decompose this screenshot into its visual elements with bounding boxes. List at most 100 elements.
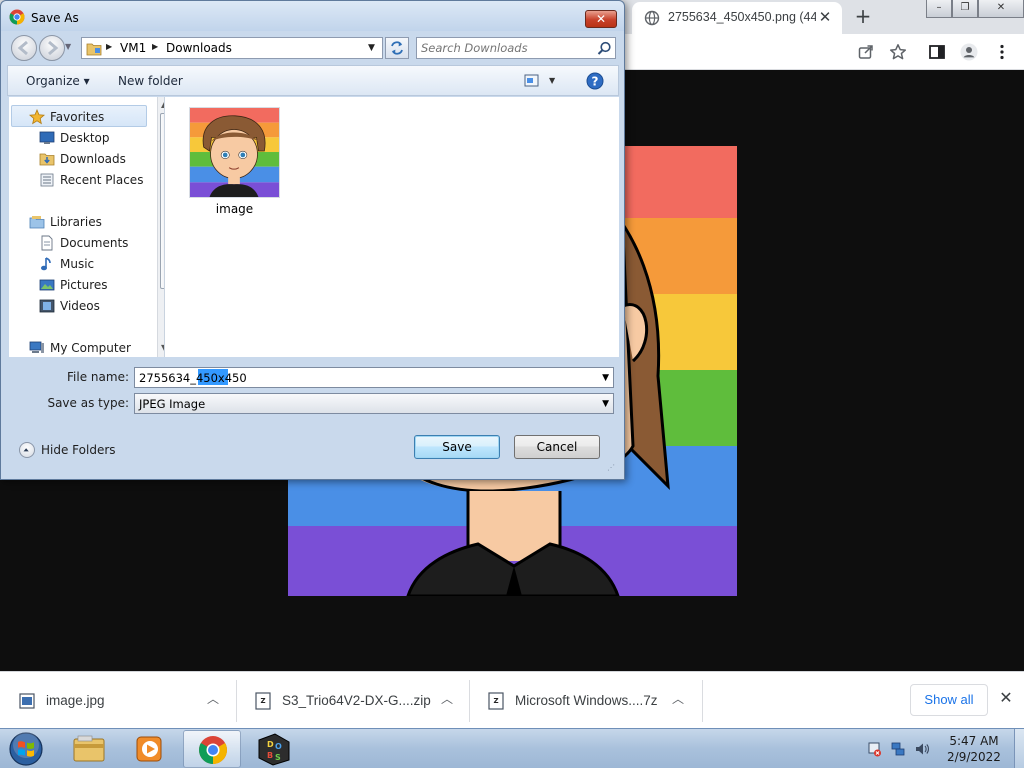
search-icon[interactable] [597,41,612,56]
desktop-icon [39,131,55,144]
nav-pictures-label: Pictures [60,278,108,292]
save-as-type-dropdown-icon[interactable]: ▼ [602,399,609,409]
system-tray: 5:47 AM 2/9/2022 [858,729,1024,768]
recent-locations-chevron-icon[interactable]: ▼ [65,42,71,51]
back-button[interactable] [11,35,37,61]
clock-time[interactable]: 5:47 AM [946,734,1002,748]
refresh-button[interactable] [385,37,409,59]
download-item[interactable]: Z S3_Trio64V2-DX-G....zip ︿ [236,680,469,722]
hide-folders-label: Hide Folders [41,443,116,457]
view-dropdown-icon[interactable]: ▼ [549,76,555,85]
nav-desktop-label: Desktop [60,131,110,145]
bookmark-star-icon[interactable] [889,43,907,61]
taskbar-media-player[interactable] [121,730,179,768]
profile-avatar-icon[interactable] [960,43,978,61]
chrome-icon [9,9,25,25]
breadcrumb-separator-icon[interactable]: ▶ [152,42,158,51]
folder-icon [86,43,102,56]
breadcrumb-separator-icon[interactable]: ▶ [106,42,112,51]
breadcrumb-downloads[interactable]: Downloads [166,41,232,55]
address-dropdown-icon[interactable]: ▼ [368,43,375,53]
image-file-icon [19,693,35,709]
nav-recent-places-label: Recent Places [60,173,144,187]
globe-icon [644,10,660,26]
nav-libraries-label: Libraries [50,215,102,229]
new-tab-button[interactable]: + [852,6,874,28]
svg-text:Z: Z [493,697,498,705]
volume-icon[interactable] [914,741,930,757]
menu-kebab-icon[interactable] [993,43,1011,61]
file-name-field[interactable]: ▼ [134,367,614,388]
nav-favorites-label: Favorites [50,110,105,124]
share-icon[interactable] [857,43,875,61]
resize-grip-icon[interactable]: ⋰ [607,463,615,472]
nav-videos-label: Videos [60,299,100,313]
show-all-button[interactable]: Show all [910,684,988,716]
view-options-icon[interactable] [524,74,540,88]
download-item[interactable]: Z Microsoft Windows....7z ︿ [469,680,702,722]
minimize-button[interactable]: – [926,0,952,18]
show-desktop-button[interactable] [1014,729,1024,768]
svg-text:?: ? [592,75,599,89]
download-item[interactable]: image.jpg ︿ [0,680,236,722]
command-bar: Organize ▾ New folder ▼ ? [7,65,619,96]
download-item-name: S3_Trio64V2-DX-G....zip [282,693,431,708]
taskbar-chrome[interactable] [183,730,241,768]
dialog-nav-row: ▼ ▶ VM1 ▶ Downloads ▼ [7,33,619,61]
help-icon[interactable]: ? [586,72,604,90]
chevron-up-icon[interactable]: ︿ [669,690,687,708]
taskbar: D O B S 5:47 AM 2/9/2022 [0,728,1024,768]
recent-places-icon [40,173,54,187]
forward-button[interactable] [39,35,65,61]
new-folder-button[interactable]: New folder [118,74,183,88]
close-shelf-icon[interactable]: ✕ [996,688,1016,710]
chrome-icon [199,736,227,764]
documents-icon [41,235,53,251]
action-center-icon[interactable] [866,741,882,757]
organize-button[interactable]: Organize ▾ [26,74,90,88]
side-panel-icon[interactable] [928,43,946,61]
file-name-dropdown-icon[interactable]: ▼ [602,373,609,383]
taskbar-explorer[interactable] [60,730,118,768]
chevron-up-icon[interactable]: ︿ [204,690,222,708]
back-arrow-icon [17,40,28,56]
start-button[interactable] [6,730,46,768]
dialog-close-button[interactable]: ✕ [585,10,617,28]
nav-scrollbar[interactable]: ▲ ▼ [157,97,164,357]
downloads-folder-icon [39,153,55,166]
computer-icon [29,341,44,353]
file-name-input[interactable] [139,370,579,386]
music-icon [41,257,51,271]
downloads-shelf: image.jpg ︿ Z S3_Trio64V2-DX-G....zip ︿ … [0,671,1024,728]
nav-downloads-label: Downloads [60,152,126,166]
svg-text:B: B [267,751,273,760]
restore-button[interactable]: ❐ [952,0,978,18]
file-thumbnail [189,107,280,198]
file-name-label: File name: [67,370,129,384]
save-button[interactable]: Save [414,435,500,459]
dialog-titlebar[interactable]: Save As ✕ [1,1,624,31]
dialog-title: Save As [31,11,79,25]
file-list-pane: image [165,97,619,357]
chevron-up-icon[interactable]: ︿ [438,690,456,708]
network-icon[interactable] [890,741,906,757]
breadcrumb-vm1[interactable]: VM1 [120,41,146,55]
cancel-button[interactable]: Cancel [514,435,600,459]
svg-text:Z: Z [260,697,265,705]
search-box[interactable] [416,37,616,59]
pictures-icon [39,279,55,291]
clock-date[interactable]: 2/9/2022 [946,750,1002,764]
tab-image[interactable]: 2755634_450x450.png (44 ✕ [632,2,842,34]
taskbar-dosbox[interactable]: D O B S [245,730,303,768]
search-input[interactable] [421,40,591,56]
svg-text:O: O [275,742,282,751]
save-as-type-value: JPEG Image [139,397,206,411]
address-bar[interactable]: ▶ VM1 ▶ Downloads ▼ [81,37,383,59]
save-as-dialog: Save As ✕ ▼ ▶ VM1 ▶ Downloads ▼ Search D… [0,0,625,480]
close-window-button[interactable]: ✕ [978,0,1024,18]
tab-close-icon[interactable]: ✕ [816,8,834,26]
nav-documents-label: Documents [60,236,129,250]
file-item-label: image [215,202,254,216]
forward-arrow-icon [48,40,59,56]
save-as-type-select[interactable]: JPEG Image ▼ [134,393,614,414]
